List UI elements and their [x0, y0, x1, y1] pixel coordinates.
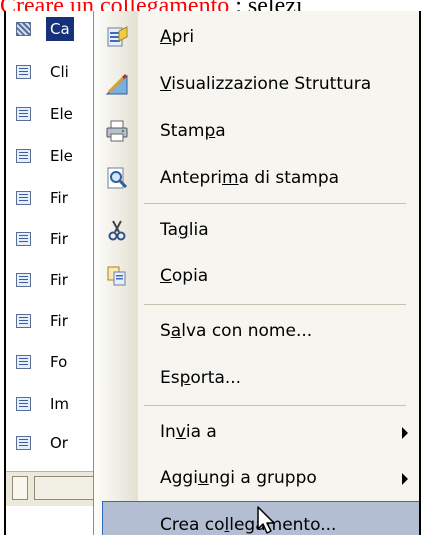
open-icon: [107, 26, 128, 47]
print-preview-icon: [107, 167, 128, 189]
table-icon: [16, 436, 31, 450]
menu-item-label: Taglia: [160, 220, 209, 240]
menu-item-invia-a[interactable]: Invia a: [94, 409, 419, 455]
table-icon: [16, 22, 31, 36]
menu-item-label: Crea collegamento...: [160, 515, 337, 535]
table-icon: [16, 149, 31, 163]
table-icon: [16, 232, 31, 246]
submenu-arrow-icon: [402, 473, 408, 485]
list-item-label: Fir: [50, 271, 68, 289]
menu-item-label: Aggiungi a gruppo: [160, 468, 317, 488]
list-item-label: Or: [50, 434, 68, 452]
menu-separator: [144, 304, 406, 305]
list-item-label: Fir: [50, 230, 68, 248]
list-item-label: Ele: [50, 147, 73, 165]
menu-item-esporta[interactable]: Esporta...: [94, 355, 419, 401]
menu-separator: [144, 405, 406, 406]
menu-item-visualizzazione-struttura[interactable]: Visualizzazione Struttura: [94, 61, 419, 107]
menu-item-stampa[interactable]: Stampa: [94, 108, 419, 154]
table-icon: [16, 273, 31, 287]
copy-icon: [107, 266, 126, 286]
menu-item-label: Copia: [160, 266, 209, 286]
menu-item-taglia[interactable]: Taglia: [94, 207, 419, 253]
list-item-label: Fo: [50, 353, 68, 371]
menu-item-apri[interactable]: Apri: [94, 14, 419, 60]
menu-item-copia[interactable]: Copia: [94, 253, 419, 299]
menu-item-salva-con-nome[interactable]: Salva con nome...: [94, 308, 419, 354]
menu-item-anteprima-di-stampa[interactable]: Anteprima di stampa: [94, 155, 419, 201]
menu-item-label: Visualizzazione Struttura: [160, 74, 372, 94]
menu-item-label: Anteprima di stampa: [160, 168, 340, 188]
menu-item-label: Stampa: [160, 121, 226, 141]
menu-item-label: Apri: [160, 27, 195, 47]
printer-icon: [106, 120, 128, 142]
table-icon: [16, 107, 31, 121]
scroll-left-button[interactable]: [12, 476, 28, 500]
table-icon: [16, 191, 31, 205]
scrollbar-thumb[interactable]: [34, 476, 94, 500]
list-item-label: Cli: [50, 63, 69, 81]
menu-item-label: Salva con nome...: [160, 321, 313, 341]
list-item-label: Ca: [46, 17, 74, 41]
submenu-arrow-icon: [402, 427, 408, 439]
table-icon: [16, 314, 31, 328]
menu-item-aggiungi-a-gruppo[interactable]: Aggiungi a gruppo: [94, 455, 419, 501]
scissors-icon: [108, 220, 126, 241]
menu-item-label: Esporta...: [160, 368, 242, 388]
horizontal-scrollbar[interactable]: [6, 471, 96, 506]
table-icon: [16, 65, 31, 79]
list-item-label: Im: [50, 395, 70, 413]
context-menu: Apri Visualizzazione Struttura Stampa An…: [93, 11, 419, 535]
mouse-pointer-icon: [257, 506, 275, 534]
menu-item-label: Invia a: [160, 422, 217, 442]
list-item-label: Ele: [50, 105, 73, 123]
window-frame: Ca Cli Ele Ele Fir Fir Fir Fir Fo Im Or …: [4, 11, 421, 535]
table-icon: [16, 397, 31, 411]
menu-separator: [144, 203, 406, 204]
table-icon: [16, 355, 31, 369]
list-item-label: Fir: [50, 189, 68, 207]
list-item-label: Fir: [50, 312, 68, 330]
design-view-icon: [105, 74, 128, 95]
